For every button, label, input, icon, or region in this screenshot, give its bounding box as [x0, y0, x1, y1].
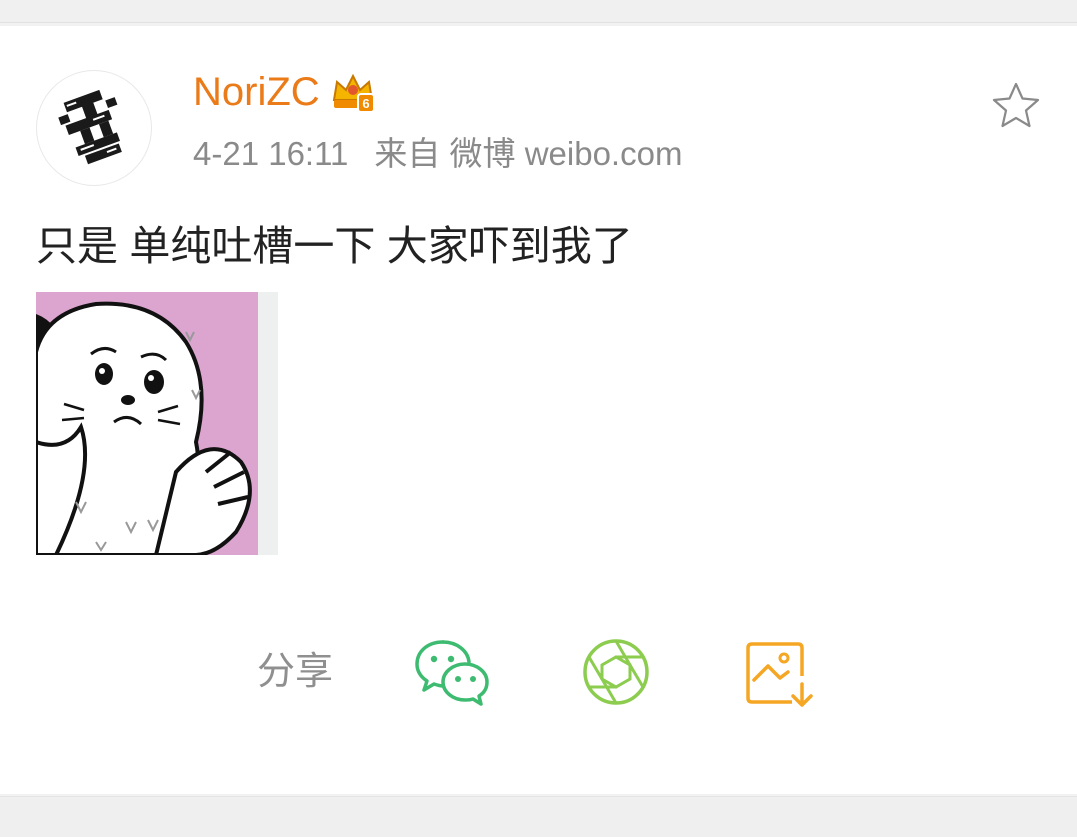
wechat-icon[interactable] [413, 632, 493, 712]
bottom-divider-bar [0, 796, 1077, 837]
crown-vip-icon[interactable]: 6 [330, 70, 376, 114]
weibo-post-card: NoriZC 6 4-21 16:11 来自 微博 weibo.com 只是 单纯… [0, 26, 1077, 794]
user-avatar[interactable] [36, 70, 152, 186]
svg-text:6: 6 [362, 96, 369, 111]
top-divider-bar [0, 0, 1077, 23]
username-row: NoriZC 6 [193, 68, 376, 116]
username[interactable]: NoriZC [193, 68, 320, 116]
post-text: 只是 单纯吐槽一下 大家吓到我了 [36, 223, 633, 269]
star-outline-icon[interactable] [990, 80, 1042, 132]
share-label: 分享 [257, 651, 334, 693]
post-image-seal-meme[interactable] [36, 292, 278, 555]
post-source[interactable]: 来自 微博 weibo.com [374, 135, 682, 172]
post-time: 4-21 16:11 [193, 135, 349, 172]
post-meta: 4-21 16:11 来自 微博 weibo.com [193, 132, 682, 176]
share-row: 分享 [0, 632, 1077, 712]
avatar-logo-icon [58, 89, 122, 165]
save-image-icon[interactable] [740, 632, 820, 712]
moments-shutter-icon[interactable] [576, 632, 656, 712]
